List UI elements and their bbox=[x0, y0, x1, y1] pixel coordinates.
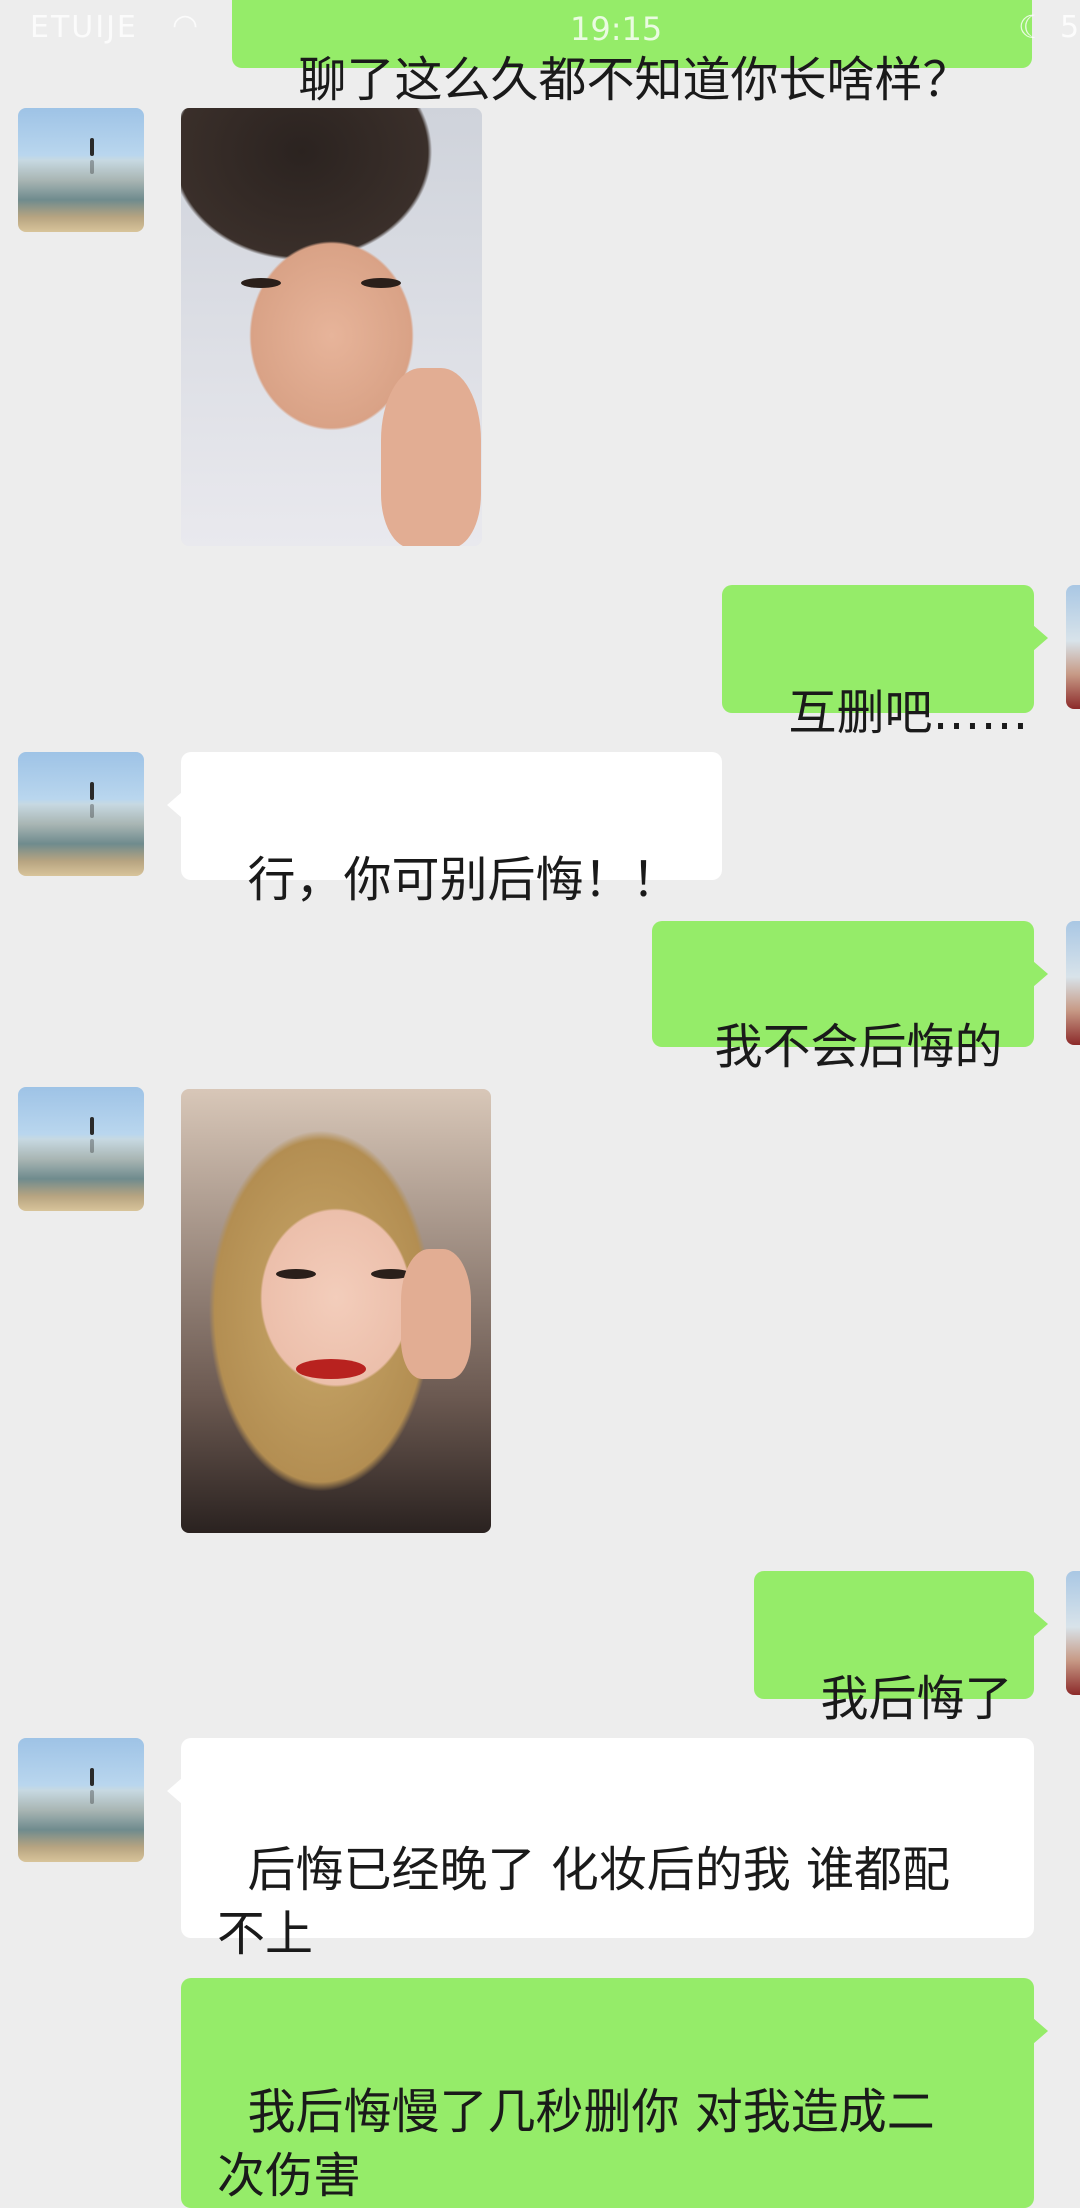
message-text: 我不会后悔的 bbox=[714, 1019, 1003, 1075]
message-text: 我后悔了 bbox=[820, 1671, 1013, 1727]
message-text: 行，你可别后悔！！ bbox=[247, 852, 680, 908]
message-image-with-makeup[interactable] bbox=[181, 1089, 491, 1533]
message-text: 互删吧…… bbox=[788, 685, 1029, 741]
battery-level: 5 bbox=[1060, 10, 1080, 45]
contact-avatar[interactable] bbox=[18, 108, 144, 232]
message-text: 聊了这么久都不知道你长啥样？ bbox=[298, 52, 971, 108]
my-avatar[interactable] bbox=[1066, 585, 1080, 709]
message-sent-0[interactable]: 聊了这么久都不知道你长啥样？ bbox=[232, 0, 1032, 108]
message-sent-2[interactable]: 互删吧…… bbox=[722, 585, 1048, 741]
message-received-3[interactable]: 行，你可别后悔！！ bbox=[167, 752, 722, 908]
message-text: 后悔已经晚了 化妆后的我 谁都配 不上 bbox=[217, 1842, 951, 1962]
contact-avatar[interactable] bbox=[18, 1738, 144, 1862]
carrier-label: ETUIJE bbox=[30, 10, 138, 45]
message-sent-6[interactable]: 我后悔了 bbox=[754, 1571, 1048, 1727]
my-avatar[interactable] bbox=[1066, 1571, 1080, 1695]
wifi-icon: ◠ bbox=[172, 8, 199, 43]
message-text: 我后悔慢了几秒删你 对我造成二 次伤害 bbox=[217, 2084, 935, 2204]
contact-avatar[interactable] bbox=[18, 752, 144, 876]
message-received-7[interactable]: 后悔已经晚了 化妆后的我 谁都配 不上 bbox=[167, 1738, 1034, 1962]
message-image-no-makeup[interactable] bbox=[181, 108, 482, 546]
contact-avatar[interactable] bbox=[18, 1087, 144, 1211]
message-sent-4[interactable]: 我不会后悔的 bbox=[652, 921, 1048, 1075]
message-sent-8[interactable]: 我后悔慢了几秒删你 对我造成二 次伤害 bbox=[181, 1978, 1048, 2208]
my-avatar[interactable] bbox=[1066, 921, 1080, 1045]
